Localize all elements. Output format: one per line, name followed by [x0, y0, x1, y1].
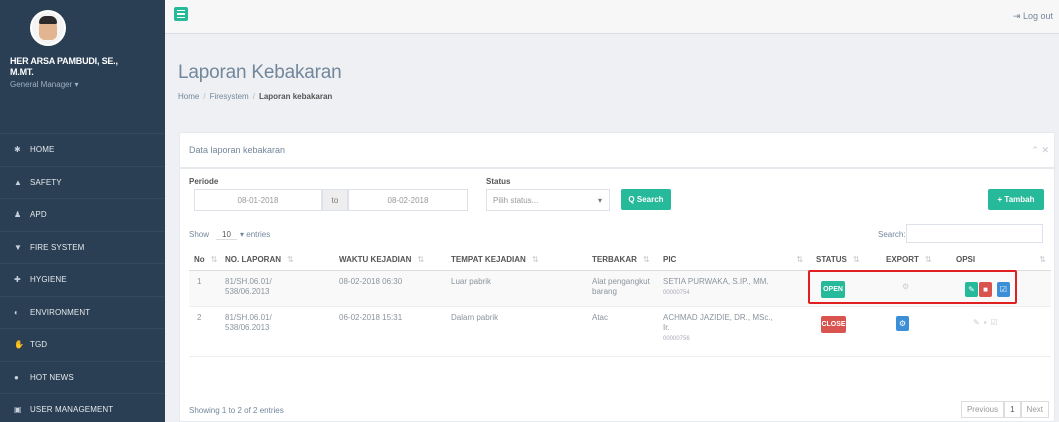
search-button[interactable]: Q Search	[621, 189, 671, 210]
th-waktu[interactable]: WAKTU KEJADIAN ⇅	[339, 255, 424, 264]
sidebar-item-fire-system[interactable]: ▼ FIRE SYSTEM	[0, 230, 165, 264]
sidebar-item-home[interactable]: ✱ Home	[0, 133, 165, 166]
table-body: 1 81/SH.06.01/538/06.2013 08-02-2018 06:…	[189, 270, 1051, 357]
status-label: Status	[486, 177, 511, 186]
report-number: 81/SH.06.01/538/06.2013	[225, 277, 272, 296]
periode-label: Periode	[189, 177, 219, 186]
user-name: HER ARSA PAMBUDI, SE., M.MT.	[10, 56, 118, 77]
table-row: 1 81/SH.06.01/538/06.2013 08-02-2018 06:…	[189, 270, 1051, 307]
th-tempat[interactable]: TEMPAT KEJADIAN ⇅	[451, 255, 539, 264]
fire-extinguisher-icon: ▼	[14, 242, 23, 252]
table-info: Showing 1 to 2 of 2 entries	[189, 406, 284, 415]
page-title: Laporan Kebakaran	[178, 62, 342, 83]
table-row: 2 81/SH.06.01/538/06.2013 06-02-2018 15:…	[189, 307, 1051, 357]
pagination-next[interactable]: Next	[1020, 401, 1049, 418]
hands-icon: ✋	[14, 340, 25, 350]
th-no[interactable]: No ⇅	[194, 255, 217, 264]
th-no-laporan[interactable]: NO. LAPORAN ⇅	[225, 255, 294, 264]
globe-icon: ●	[14, 372, 19, 382]
sidebar-nav: ✱ Home ▲ SAFETY ♟ APD ▼ FIRE SYSTEM ✚ HYGIENE…	[0, 133, 165, 422]
menu-toggle-button[interactable]	[174, 7, 188, 21]
table-controls: Show 10 ▾ entries Search:	[180, 213, 1054, 249]
chevron-down-icon: ▾	[597, 195, 602, 205]
pic-cell: ACHMAD JAZIDIE, DR., MSc., Ir. 00000756	[663, 313, 773, 342]
sidebar-item-environment[interactable]: ◐ ENVIRONMENT	[0, 295, 165, 329]
sidebar-item-safety[interactable]: ▲ SAFETY	[0, 165, 165, 199]
report-number: 81/SH.06.01/538/06.2013	[225, 313, 272, 332]
date-from-input[interactable]: 08-01-2018	[194, 189, 322, 211]
sidebar-item-apd[interactable]: ♟ APD	[0, 198, 165, 231]
table-header: No ⇅ NO. LAPORAN ⇅ WAKTU KEJADIAN ⇅ TEMPAT …	[189, 249, 1051, 271]
th-pic[interactable]: PIC ⇅	[663, 255, 803, 264]
highlight-box	[808, 270, 1017, 304]
pagination-previous[interactable]: Previous	[960, 401, 1005, 418]
sidebar-item-hygiene[interactable]: ✚ HYGIENE	[0, 263, 165, 296]
date-to-addon: to	[322, 189, 348, 211]
pic-cell: SETIA PURWAKA, S.IP., MM. 00000754	[663, 277, 769, 296]
sidebar-item-hot-news[interactable]: ● HOT NEWS	[0, 360, 165, 394]
plus-icon: ✚	[14, 275, 21, 285]
th-export[interactable]: EXPORT ⇅	[886, 255, 932, 264]
main-content: ⇥ Log out Laporan Kebakaran Home / Firesys…	[165, 0, 1059, 422]
disabled-options-icons: ✎▪☑	[973, 318, 1002, 327]
page-header: Laporan Kebakaran Home / Firesystem / Lapora…	[165, 34, 1059, 134]
sidebar-item-tgd[interactable]: ✋ TGD	[0, 328, 165, 361]
status-badge-close[interactable]: CLOSE	[821, 316, 846, 333]
add-button[interactable]: + Tambah	[988, 189, 1044, 210]
export-button[interactable]: ⚙	[896, 316, 909, 331]
pagination: Previous 1 Next	[960, 401, 1049, 418]
breadcrumb-firesystem[interactable]: Firesystem	[210, 92, 249, 101]
logout-link[interactable]: ⇥ Log out	[1013, 11, 1053, 22]
table-search-input[interactable]	[906, 224, 1043, 243]
breadcrumb-home[interactable]: Home	[178, 92, 199, 101]
sidebar-item-user-management[interactable]: ▣ USER MANAGEMENT	[0, 393, 165, 422]
user-role-dropdown[interactable]: General Manager ▾	[10, 80, 157, 89]
user-icon: ♟	[14, 210, 22, 220]
topbar: ⇥ Log out	[165, 0, 1059, 34]
th-status[interactable]: STATUS ⇅	[816, 255, 860, 264]
gear-icon: ⚙	[898, 319, 907, 328]
avatar	[30, 10, 66, 46]
date-to-input[interactable]: 08-02-2018	[348, 189, 468, 211]
thumbs-up-icon: ▲	[14, 177, 23, 187]
lock-icon: ▣	[14, 405, 22, 415]
logout-icon: ⇥	[1012, 11, 1021, 21]
status-select[interactable]: Pilih status... ▾	[486, 189, 610, 211]
breadcrumb: Home / Firesystem / Laporan kebakaran	[178, 92, 333, 101]
home-icon: ✱	[14, 145, 21, 155]
filter-bar: Periode 08-01-2018 to 08-02-2018 Status …	[180, 169, 1054, 213]
leaf-icon: ◐	[14, 307, 19, 317]
entries-select[interactable]: 10	[216, 230, 237, 240]
report-panel: Data laporan kebakaran ⌃ ✕ Periode 08-01…	[179, 132, 1055, 422]
profile-block: HER ARSA PAMBUDI, SE., M.MT. General Man…	[0, 0, 165, 128]
th-terbakar[interactable]: TERBAKAR ⇅	[592, 255, 650, 264]
th-opsi[interactable]: OPSI ⇅	[956, 255, 1046, 264]
sidebar: HER ARSA PAMBUDI, SE., M.MT. General Man…	[0, 0, 165, 422]
panel-title: Data laporan kebakaran ⌃ ✕	[180, 133, 1054, 169]
breadcrumb-current: Laporan kebakaran	[258, 92, 333, 101]
data-table: No ⇅ NO. LAPORAN ⇅ WAKTU KEJADIAN ⇅ TEMPAT …	[180, 249, 1054, 399]
pagination-page-1[interactable]: 1	[1004, 401, 1021, 418]
panel-collapse-close-icons[interactable]: ⌃ ✕	[1031, 145, 1049, 156]
